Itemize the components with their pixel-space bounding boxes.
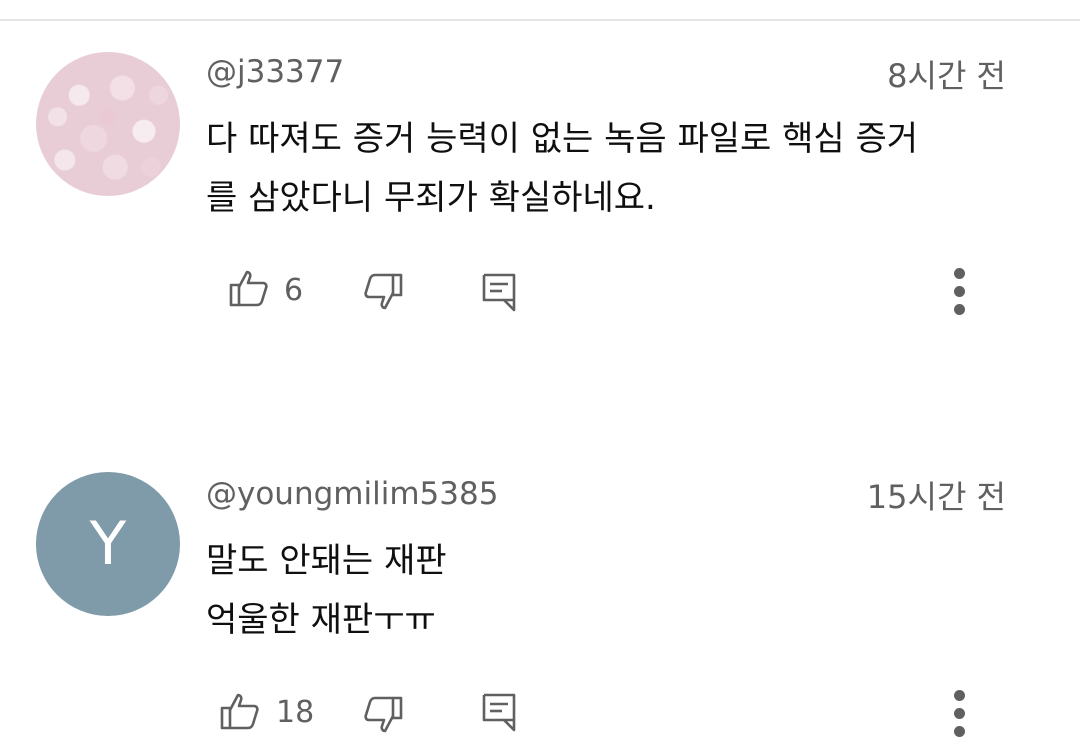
more-dot	[954, 726, 965, 737]
more-dot	[954, 304, 965, 315]
comment-actions: 6	[0, 268, 1080, 318]
more-dot	[954, 708, 965, 719]
reply-icon[interactable]	[480, 272, 520, 312]
comment-item: Y @youngmilim5385 15시간 전 말도 안돼는 재판 억울한 재…	[0, 420, 1080, 746]
like-count: 18	[276, 695, 315, 730]
comment-actions: 18	[0, 690, 1080, 740]
comment-timestamp: 8시간 전	[887, 57, 1006, 95]
comment-text: 다 따져도 증거 능력이 없는 녹음 파일로 핵심 증거 를 삼았다니 무죄가 …	[206, 119, 919, 218]
more-dot	[954, 286, 965, 297]
more-vertical-icon[interactable]	[944, 268, 974, 324]
thumbs-up-icon[interactable]	[220, 691, 260, 731]
avatar-letter: Y	[89, 509, 127, 579]
thumbs-down-icon[interactable]	[363, 695, 403, 735]
thumbs-up-icon[interactable]	[229, 268, 269, 308]
comment-item: @j33377 8시간 전 다 따져도 증거 능력이 없는 녹음 파일로 핵심 …	[0, 0, 1080, 340]
thumbs-down-icon[interactable]	[363, 272, 403, 312]
like-count: 6	[284, 273, 304, 308]
more-dot	[954, 268, 965, 279]
comment-text: 말도 안돼는 재판 억울한 재판ㅜㅠ	[206, 541, 447, 640]
more-vertical-icon[interactable]	[944, 690, 974, 746]
avatar[interactable]: Y	[36, 472, 180, 616]
more-dot	[954, 690, 965, 701]
avatar[interactable]	[36, 52, 180, 196]
comment-author-handle[interactable]: @j33377	[206, 52, 344, 92]
comment-author-handle[interactable]: @youngmilim5385	[206, 474, 498, 514]
comment-timestamp: 15시간 전	[866, 478, 1006, 516]
reply-icon[interactable]	[480, 692, 520, 732]
